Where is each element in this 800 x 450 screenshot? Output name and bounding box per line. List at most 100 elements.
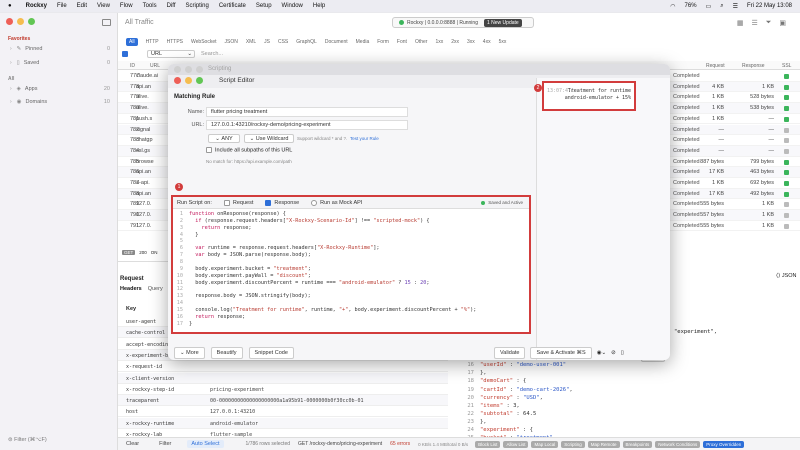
tab-headers[interactable]: Headers (120, 286, 142, 292)
tool-tag-breakpoints[interactable]: Breakpoints (622, 440, 653, 448)
menu-window[interactable]: Window (282, 3, 303, 9)
menu-setup[interactable]: Setup (256, 3, 272, 9)
filter-tab-5xx[interactable]: 5xx (499, 39, 507, 45)
tab-query[interactable]: Query (148, 286, 163, 292)
search-input[interactable]: Search... (201, 51, 223, 57)
menu-certificate[interactable]: Certificate (219, 3, 246, 9)
close-button[interactable] (174, 66, 181, 73)
filter-tab-form[interactable]: Form (377, 39, 389, 45)
col-url[interactable]: URL (150, 63, 160, 69)
funnel-icon[interactable]: ⏷ (766, 19, 772, 27)
filter-tab-js[interactable]: JS (264, 39, 270, 45)
header-row[interactable]: x-rockxy-step-id pricing-experiment (118, 384, 448, 395)
clear-button[interactable]: Clear (126, 441, 139, 447)
search-field-select[interactable]: URL ⌄ (147, 50, 195, 58)
header-row[interactable]: traceparent 00-00000000000000000000a1a95b… (118, 395, 448, 407)
close-button[interactable] (6, 18, 13, 25)
menu-help[interactable]: Help (313, 3, 325, 9)
filter-button[interactable]: Filter (159, 441, 171, 447)
new-update-badge[interactable]: 1 New Update (483, 18, 522, 27)
filter-tab-media[interactable]: Media (356, 39, 370, 45)
filter-tab-xml[interactable]: XML (246, 39, 256, 45)
more-menu-button[interactable]: ⌄ More (174, 346, 205, 359)
battery-icon[interactable]: ▭ (706, 3, 712, 10)
menu-diff[interactable]: Diff (167, 3, 176, 9)
subpaths-checkbox[interactable]: Include all subpaths of this URL (206, 147, 292, 153)
zoom-button[interactable] (196, 77, 203, 84)
menu-scripting[interactable]: Scripting (186, 3, 209, 9)
tool-tag-map-local[interactable]: Map Local (531, 440, 559, 448)
wildcard-select[interactable]: ⌄ Use Wildcard (244, 134, 294, 143)
proxy-status-pill[interactable]: Rockxy | 0.0.0.0:8888 | Running 1 New Up… (392, 17, 534, 28)
select-all-checkbox[interactable] (122, 50, 131, 57)
menu-flow[interactable]: Flow (120, 3, 133, 9)
filter-tab-graphql[interactable]: GraphQL (296, 39, 317, 45)
filter-tab-websocket[interactable]: WebSocket (191, 39, 216, 45)
header-row[interactable]: x-rockxy-runtime android-emulator (118, 417, 448, 429)
filter-tab-font[interactable]: Font (397, 39, 407, 45)
name-field[interactable]: flutter pricing treatment (206, 107, 408, 117)
minimize-button[interactable] (17, 18, 24, 25)
sidebar-item-pinned[interactable]: › ✎ Pinned 0 (10, 44, 110, 54)
clear-console-icon[interactable]: ⊘ (611, 350, 616, 356)
col-response[interactable]: Response (742, 63, 765, 69)
col-id[interactable]: ID (130, 63, 135, 69)
apple-menu-icon[interactable]: ● (8, 3, 12, 9)
sidebar-toggle-icon[interactable] (102, 19, 111, 26)
url-field[interactable]: 127.0.0.1:43210/rockxy-demo/pricing-expe… (206, 120, 408, 130)
filter-tab-https[interactable]: HTTPS (167, 39, 183, 45)
filter-tab-json[interactable]: JSON (225, 39, 238, 45)
layout-icon[interactable]: ▦ (737, 19, 744, 27)
minimize-button[interactable] (185, 77, 192, 84)
sidebar-item-domains[interactable]: › ◉ Domains 10 (10, 97, 110, 107)
auto-select-button[interactable]: Auto Select (187, 440, 224, 448)
col-ssl[interactable]: SSL (782, 63, 791, 69)
run-request-checkbox[interactable]: Request (223, 199, 253, 206)
header-row[interactable]: host 127.0.0.1:43210 (118, 406, 448, 418)
filter-tab-css[interactable]: CSS (278, 39, 288, 45)
menu-view[interactable]: View (97, 3, 110, 9)
filter-tab-other[interactable]: Other (415, 39, 428, 45)
close-button[interactable] (174, 77, 181, 84)
filter-tab-document[interactable]: Document (325, 39, 348, 45)
tool-tag-proxy-overridden[interactable]: Proxy Overridden (703, 440, 745, 448)
eye-icon[interactable]: ◉⌄ (597, 350, 606, 356)
filter-tab-3xx[interactable]: 3xx (467, 39, 475, 45)
snippet-code-button[interactable]: Snippet Code (248, 346, 294, 359)
zoom-button[interactable] (196, 66, 203, 73)
run-mock-radio[interactable]: Run as Mock API (311, 199, 362, 206)
battery-percent[interactable]: 76% (685, 3, 697, 9)
tool-tag-map-remote[interactable]: Map Remote (587, 440, 620, 448)
menu-app[interactable]: Rockxy (26, 3, 47, 9)
list-icon[interactable]: ☰ (751, 19, 757, 27)
wifi-icon[interactable]: ◠ (670, 3, 675, 10)
sidebar-item-apps[interactable]: › ◈ Apps 20 (10, 84, 110, 94)
header-row[interactable]: x-client-version (118, 372, 448, 384)
tool-tag-block-list[interactable]: Block List (475, 440, 501, 448)
col-request[interactable]: Request (706, 63, 725, 69)
tool-tag-network-conditions[interactable]: Network Conditions (655, 440, 701, 448)
save-activate-button[interactable]: Save & Activate ⌘S (530, 346, 592, 359)
menu-tools[interactable]: Tools (143, 3, 157, 9)
filter-tab-http[interactable]: HTTP (146, 39, 159, 45)
zoom-button[interactable] (28, 18, 35, 25)
tool-tag-scripting[interactable]: Scripting (561, 440, 585, 448)
panel-toggle-icon[interactable]: ▯ (621, 350, 624, 356)
clock[interactable]: Fri 22 May 13:08 (747, 3, 792, 9)
error-count[interactable]: 65 errors (390, 441, 410, 447)
test-rule-link[interactable]: Test your Rule (350, 136, 379, 141)
tool-tag-allow-list[interactable]: Allow List (503, 440, 529, 448)
control-center-icon[interactable]: ☰ (733, 3, 738, 10)
code-editor[interactable]: 1 function onResponse(response) {2 if (re… (173, 211, 529, 334)
minimize-button[interactable] (185, 66, 192, 73)
response-format[interactable]: ⟨⟩ JSON (776, 273, 797, 279)
filter-tab-2xx[interactable]: 2xx (451, 39, 459, 45)
beautify-button[interactable]: Beautify (210, 346, 243, 359)
inspector-icon[interactable]: ▣ (779, 19, 786, 27)
method-select[interactable]: ⌄ ANY (208, 134, 240, 143)
menu-edit[interactable]: Edit (77, 3, 87, 9)
search-icon[interactable]: ⌕ (720, 3, 723, 10)
validate-button[interactable]: Validate (494, 346, 526, 359)
filter-tab-4xx[interactable]: 4xx (483, 39, 491, 45)
filter-tab-1xx[interactable]: 1xx (435, 39, 443, 45)
